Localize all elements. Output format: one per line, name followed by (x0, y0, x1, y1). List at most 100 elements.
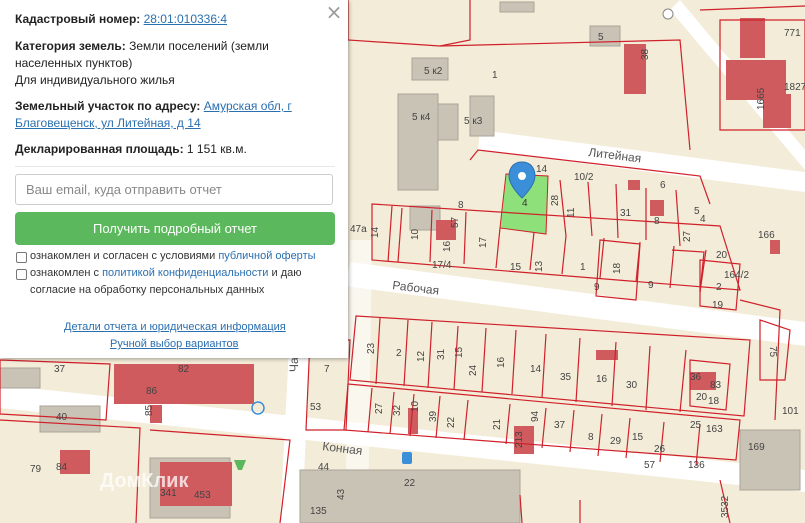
svg-text:7: 7 (324, 364, 330, 375)
svg-text:75: 75 (767, 346, 778, 358)
selected-parcel-number: 4 (522, 198, 528, 209)
privacy-checkbox[interactable] (16, 269, 27, 280)
svg-text:82: 82 (178, 364, 190, 375)
svg-text:8: 8 (588, 432, 594, 443)
street-cha: Ча (287, 357, 301, 372)
public-offer-link[interactable]: публичной оферты (218, 250, 315, 262)
svg-text:15: 15 (632, 432, 644, 443)
svg-text:17/4: 17/4 (432, 260, 452, 271)
svg-text:38: 38 (640, 48, 651, 60)
svg-text:16: 16 (596, 374, 608, 385)
address-link-1[interactable]: Амурская обл, г (204, 99, 292, 113)
svg-text:32: 32 (392, 404, 403, 416)
bus-stop-icon (402, 452, 412, 464)
svg-text:453: 453 (194, 490, 211, 501)
category-label: Категория земель: (15, 39, 126, 53)
cadastral-number-link[interactable]: 28:01:010336:4 (144, 12, 227, 26)
svg-text:20: 20 (696, 392, 708, 403)
address-link-2[interactable]: Благовещенск, ул Литейная, д 14 (15, 115, 201, 132)
svg-text:83: 83 (710, 380, 722, 391)
svg-text:8: 8 (458, 200, 464, 211)
svg-text:25: 25 (690, 420, 702, 431)
cadastral-label: Кадастровый номер: (15, 12, 141, 26)
svg-text:94: 94 (530, 410, 541, 422)
svg-text:6: 6 (660, 180, 666, 191)
svg-text:10: 10 (410, 400, 421, 412)
svg-text:1665: 1665 (756, 87, 767, 110)
close-icon[interactable]: × (325, 2, 343, 22)
svg-text:28: 28 (550, 194, 561, 206)
svg-text:5: 5 (598, 32, 604, 43)
svg-text:39: 39 (428, 410, 439, 422)
privacy-consent-text: ознакомлен с политикой конфиденциальност… (30, 265, 302, 282)
svg-text:135: 135 (310, 506, 327, 517)
watermark: ДомКлик (100, 470, 189, 492)
svg-text:136: 136 (688, 460, 705, 471)
svg-text:9: 9 (648, 280, 654, 291)
svg-text:13: 13 (534, 260, 545, 272)
svg-text:5 к2: 5 к2 (424, 66, 443, 77)
svg-text:27: 27 (374, 402, 385, 414)
privacy-consent-label-b: и даю (271, 267, 302, 279)
svg-text:166: 166 (758, 230, 775, 241)
svg-text:8: 8 (654, 216, 660, 227)
svg-text:18: 18 (612, 262, 623, 274)
svg-text:53: 53 (310, 402, 322, 413)
data-processing-link[interactable]: согласие на обработку персональных данны… (30, 282, 264, 299)
svg-text:37: 37 (554, 420, 566, 431)
svg-text:19: 19 (712, 300, 724, 311)
svg-text:1: 1 (580, 262, 586, 273)
svg-text:5 к4: 5 к4 (412, 112, 431, 123)
divider (15, 166, 335, 167)
svg-text:36: 36 (690, 372, 702, 383)
area-label: Декларированная площадь: (15, 142, 184, 156)
offer-checkbox[interactable] (16, 252, 27, 263)
svg-text:12: 12 (416, 350, 427, 362)
report-details-link[interactable]: Детали отчета и юридическая информация (64, 321, 286, 333)
svg-text:1: 1 (492, 70, 498, 81)
svg-text:20: 20 (716, 250, 728, 261)
svg-text:23: 23 (366, 342, 377, 354)
svg-text:3532: 3532 (720, 495, 731, 518)
category-value-1: Земли поселений (земли (129, 39, 269, 53)
svg-text:10: 10 (410, 228, 421, 240)
get-report-button[interactable]: Получить подробный отчет (15, 212, 335, 245)
svg-text:15: 15 (454, 346, 465, 358)
svg-text:21: 21 (492, 418, 503, 430)
svg-text:16: 16 (442, 240, 453, 252)
svg-text:22: 22 (404, 478, 416, 489)
offer-consent-text: ознакомлен и согласен с условиями публич… (30, 248, 316, 265)
svg-text:10/2: 10/2 (574, 172, 594, 183)
svg-text:30: 30 (626, 380, 638, 391)
svg-text:57: 57 (644, 460, 656, 471)
svg-text:1827: 1827 (784, 82, 805, 93)
svg-text:9: 9 (594, 282, 600, 293)
svg-text:14: 14 (530, 364, 542, 375)
svg-text:14: 14 (536, 164, 548, 175)
svg-text:24: 24 (468, 364, 479, 376)
svg-text:31: 31 (620, 208, 632, 219)
svg-text:79: 79 (30, 464, 42, 475)
svg-text:22: 22 (446, 416, 457, 428)
svg-text:57: 57 (450, 216, 461, 228)
svg-text:29: 29 (610, 436, 622, 447)
address-label: Земельный участок по адресу: (15, 99, 201, 113)
svg-text:86: 86 (146, 386, 158, 397)
svg-text:14: 14 (370, 226, 381, 238)
circle-marker-icon (662, 8, 674, 20)
manual-selection-link[interactable]: Ручной выбор вариантов (110, 338, 238, 350)
svg-text:35: 35 (560, 372, 572, 383)
privacy-consent-label-a: ознакомлен с (30, 267, 100, 279)
category-value-2: населенных пунктов) (15, 56, 133, 70)
svg-text:4: 4 (700, 214, 706, 225)
svg-text:2: 2 (396, 348, 402, 359)
privacy-policy-link[interactable]: политикой конфиденциальности (102, 267, 268, 279)
svg-text:47а: 47а (350, 224, 367, 235)
svg-text:85: 85 (144, 404, 155, 416)
svg-text:5 к3: 5 к3 (464, 116, 483, 127)
svg-text:101: 101 (782, 406, 799, 417)
svg-text:17: 17 (478, 236, 489, 248)
parcel-info-panel: × Кадастровый номер: 28:01:010336:4 Кате… (0, 0, 348, 358)
svg-text:16: 16 (496, 356, 507, 368)
email-input[interactable] (15, 174, 333, 205)
